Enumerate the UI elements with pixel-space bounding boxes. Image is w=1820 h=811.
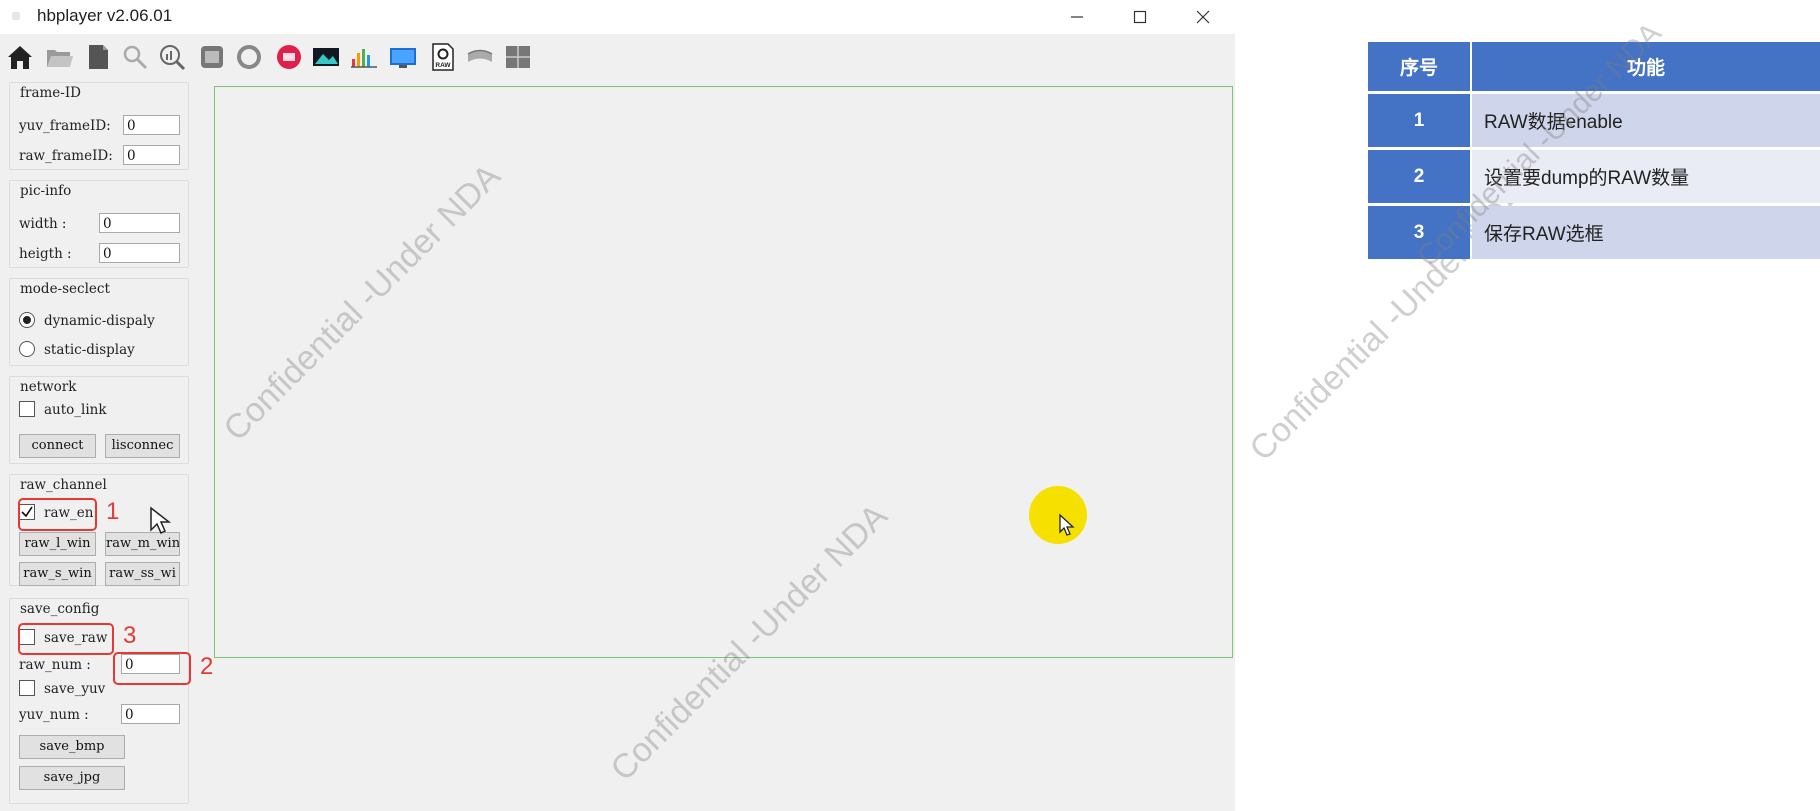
raw-file-icon[interactable]: RAW [428, 42, 458, 72]
mode-select-title: mode-seclect [20, 281, 110, 297]
annotation-number-1: 1 [106, 498, 120, 525]
frame-icon[interactable] [197, 42, 227, 72]
image-icon[interactable] [311, 42, 341, 72]
table-row-number: 1 [1368, 94, 1470, 147]
auto-link-label: auto_link [44, 402, 107, 418]
table-row-number: 2 [1368, 150, 1470, 203]
grid-icon[interactable] [503, 42, 533, 72]
search-icon[interactable] [120, 42, 150, 72]
frame-id-title: frame-ID [20, 85, 82, 101]
annotation-box-3 [18, 623, 114, 655]
raw-num-label: raw_num : [19, 657, 91, 673]
home-icon[interactable] [5, 42, 35, 72]
save-yuv-checkbox[interactable] [19, 680, 35, 696]
save-jpg-button[interactable]: save_jpg [19, 766, 125, 790]
title-bar: hbplayer v2.06.01 [0, 0, 1235, 34]
document-icon[interactable] [83, 42, 113, 72]
raw-s-win-button[interactable]: raw_s_win [19, 562, 96, 586]
minimize-icon [1071, 16, 1083, 18]
dynamic-display-radio[interactable] [19, 312, 35, 328]
calibration-icon[interactable] [465, 42, 495, 72]
dynamic-display-label: dynamic-dispaly [44, 313, 155, 329]
hbplayer-window: hbplayer v2.06.01 RAW frame-ID yuv_frame… [0, 0, 1235, 811]
annotation-box-1 [18, 498, 97, 531]
yuv-num-field[interactable]: 0 [121, 704, 180, 724]
mouse-cursor-icon [150, 506, 171, 535]
zoom-chart-icon[interactable] [157, 42, 187, 72]
refresh-icon[interactable] [234, 42, 264, 72]
raw-l-win-button[interactable]: raw_l_win [19, 532, 96, 556]
height-field[interactable]: 0 [99, 243, 180, 263]
toolbar: RAW [0, 38, 1235, 78]
window-title: hbplayer v2.06.01 [37, 6, 173, 25]
record-icon[interactable] [274, 42, 304, 72]
network-title: network [20, 379, 77, 395]
auto-link-checkbox[interactable] [19, 401, 35, 417]
minimize-button[interactable] [1054, 3, 1100, 31]
annotation-number-2: 2 [200, 653, 214, 680]
radio-selected-dot [23, 316, 31, 324]
connect-button[interactable]: connect [19, 434, 96, 458]
app-icon [12, 12, 20, 20]
table-header-number: 序号 [1368, 42, 1470, 91]
svg-text:RAW: RAW [435, 62, 451, 69]
yuv-frameid-label: yuv_frameID: [19, 118, 111, 134]
monitor-icon[interactable] [388, 42, 418, 72]
image-display-area[interactable] [214, 86, 1233, 658]
annotation-box-2 [113, 652, 191, 685]
save-bmp-button[interactable]: save_bmp [19, 735, 125, 759]
mode-select-group: mode-seclect dynamic-dispaly static-disp… [9, 278, 189, 366]
open-folder-icon[interactable] [44, 42, 74, 72]
raw-frameid-label: raw_frameID: [19, 148, 113, 164]
close-button[interactable] [1180, 3, 1226, 31]
static-display-label: static-display [44, 342, 135, 358]
left-control-panel: frame-ID yuv_frameID: 0 raw_frameID: 0 p… [9, 80, 191, 805]
pic-info-title: pic-info [20, 183, 72, 199]
histogram-icon[interactable] [349, 42, 379, 72]
close-icon [1196, 10, 1210, 24]
height-label: heigth : [19, 246, 72, 262]
pic-info-group: pic-info width : 0 heigth : 0 [9, 180, 189, 268]
yuv-num-label: yuv_num : [19, 707, 89, 723]
save-yuv-label: save_yuv [44, 681, 106, 697]
table-row-text: 保存RAW选框 [1472, 206, 1820, 259]
maximize-button[interactable] [1117, 3, 1163, 31]
raw-ss-win-button[interactable]: raw_ss_wi [105, 562, 180, 586]
raw-channel-title: raw_channel [20, 477, 107, 493]
network-group: network auto_link connect lisconnec [9, 376, 189, 464]
width-label: width : [19, 216, 67, 232]
mouse-cursor-icon [1059, 513, 1075, 536]
maximize-icon [1133, 10, 1147, 24]
disconnect-button[interactable]: lisconnec [105, 434, 180, 458]
yuv-frameid-field[interactable]: 0 [123, 115, 180, 135]
raw-frameid-field[interactable]: 0 [123, 145, 180, 165]
annotation-number-3: 3 [123, 622, 137, 649]
static-display-radio[interactable] [19, 341, 35, 357]
save-config-title: save_config [20, 601, 100, 617]
width-field[interactable]: 0 [99, 213, 180, 233]
frame-id-group: frame-ID yuv_frameID: 0 raw_frameID: 0 [9, 82, 189, 170]
